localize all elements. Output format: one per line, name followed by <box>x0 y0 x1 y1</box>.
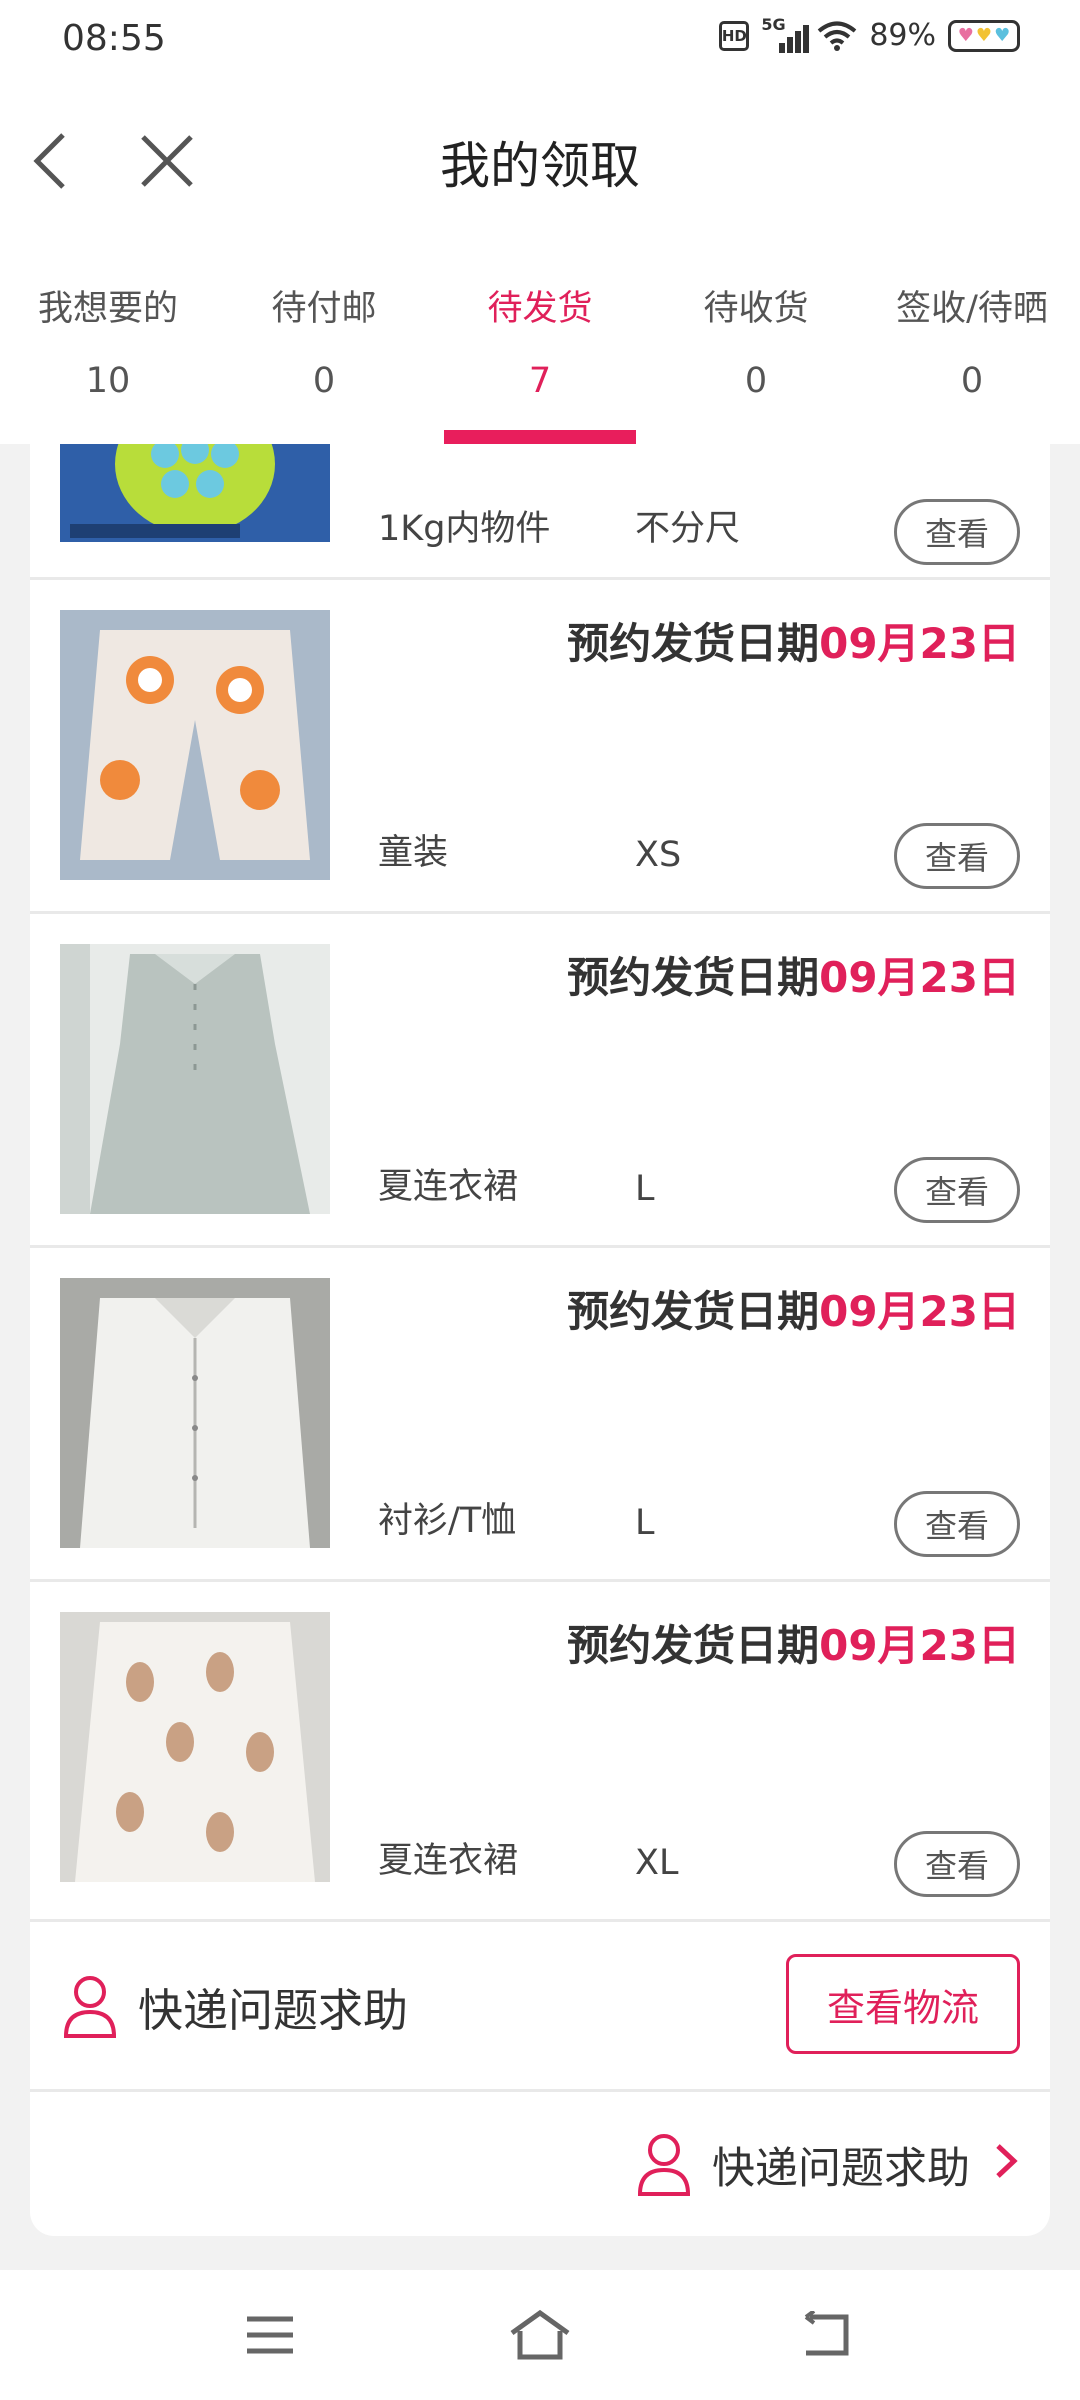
active-tab-indicator <box>444 430 636 444</box>
item-size: 不分尺 <box>635 509 741 549</box>
person-icon <box>637 2134 691 2196</box>
view-button[interactable]: 查看 <box>894 1157 1020 1223</box>
item-size: L <box>635 1169 655 1209</box>
ship-date: 预约发货日期09月23日 <box>567 1612 1020 1673</box>
tab-label: 待付邮 <box>271 289 377 329</box>
view-button[interactable]: 查看 <box>894 1491 1020 1557</box>
item-size: XL <box>635 1843 679 1883</box>
menu-icon[interactable] <box>230 2300 310 2370</box>
status-bar: 08:55 HD 5G 89% ♥ ♥ ♥ <box>0 0 1080 86</box>
help-row: 快递问题求助 查看物流 <box>30 1922 1050 2092</box>
product-image <box>60 444 330 542</box>
signal-icon: 5G <box>761 15 810 53</box>
ship-date-label: 预约发货日期 <box>567 1287 820 1336</box>
ship-date-label: 预约发货日期 <box>567 619 820 668</box>
product-image <box>60 610 330 880</box>
item-category: 夏连衣裙 <box>378 1841 519 1881</box>
ship-date-value: 09月23日 <box>819 953 1020 1002</box>
tab-count: 0 <box>744 361 768 401</box>
item-category: 衬衫/T恤 <box>378 1501 517 1541</box>
home-icon[interactable] <box>500 2300 580 2370</box>
view-button[interactable]: 查看 <box>894 823 1020 889</box>
help-label[interactable]: 快递问题求助 <box>138 1974 408 2039</box>
list-item[interactable]: 预约发货日期09月23日 夏连衣裙 XL 查看 <box>30 1582 1050 1922</box>
ship-date-label: 预约发货日期 <box>567 1621 820 1670</box>
item-size: L <box>635 1503 655 1543</box>
ship-date: 预约发货日期09月23日 <box>567 944 1020 1005</box>
product-image <box>60 944 330 1214</box>
footer-help-label: 快递问题求助 <box>712 2144 970 2194</box>
view-button[interactable]: 查看 <box>894 1831 1020 1897</box>
tab-label: 签收/待晒 <box>896 289 1048 329</box>
footer-help-link[interactable]: 快递问题求助 <box>30 2092 1050 2236</box>
page-title: 我的领取 <box>440 137 640 195</box>
chevron-right-icon <box>996 2144 1018 2178</box>
tab-want[interactable]: 我想要的 10 <box>0 236 216 444</box>
product-image <box>60 1612 330 1882</box>
item-category: 童装 <box>378 833 449 873</box>
tab-signed-review[interactable]: 签收/待晒 0 <box>864 236 1080 444</box>
status-icons: HD 5G 89% ♥ ♥ ♥ <box>719 15 1020 53</box>
system-nav-bar <box>0 2270 1080 2400</box>
tab-count: 0 <box>960 361 984 401</box>
ship-date-value: 09月23日 <box>819 1621 1020 1670</box>
item-size: XS <box>635 835 682 875</box>
product-image <box>60 1278 330 1548</box>
battery-percent: 89% <box>869 18 936 53</box>
header: 我的领取 <box>0 86 1080 236</box>
list-item[interactable]: 预约发货日期09月23日 衬衫/T恤 L 查看 <box>30 1248 1050 1582</box>
tab-label: 待发货 <box>487 289 593 329</box>
item-category: 夏连衣裙 <box>378 1167 519 1207</box>
hd-icon: HD <box>719 20 750 51</box>
item-category: 1Kg内物件 <box>378 509 551 549</box>
tab-count: 0 <box>312 361 336 401</box>
view-logistics-button[interactable]: 查看物流 <box>786 1954 1020 2054</box>
network-label: 5G <box>761 14 786 34</box>
back-nav-icon[interactable] <box>786 2300 866 2370</box>
person-icon <box>63 1976 117 2038</box>
status-tabs: 我想要的 10 待付邮 0 待发货 7 待收货 0 签收/待晒 0 <box>0 236 1080 444</box>
tab-label: 我想要的 <box>37 289 178 329</box>
view-button[interactable]: 查看 <box>894 499 1020 565</box>
tab-pending-postage[interactable]: 待付邮 0 <box>216 236 432 444</box>
tab-count: 10 <box>85 361 131 401</box>
ship-date: 预约发货日期09月23日 <box>567 1278 1020 1339</box>
ship-date: 预约发货日期09月23日 <box>567 610 1020 671</box>
tab-pending-receipt[interactable]: 待收货 0 <box>648 236 864 444</box>
order-list: 1Kg内物件 不分尺 查看 预约发货日期09月23日 童装 XS 查看 预约发货… <box>30 444 1050 2236</box>
status-time: 08:55 <box>62 18 166 59</box>
tab-label: 待收货 <box>703 289 809 329</box>
list-item[interactable]: 预约发货日期09月23日 夏连衣裙 L 查看 <box>30 914 1050 1248</box>
ship-date-value: 09月23日 <box>819 619 1020 668</box>
wifi-icon <box>818 21 857 51</box>
ship-date-label: 预约发货日期 <box>567 953 820 1002</box>
tab-count: 7 <box>528 361 552 401</box>
list-item[interactable]: 预约发货日期09月23日 童装 XS 查看 <box>30 580 1050 914</box>
battery-icon: ♥ ♥ ♥ <box>948 19 1020 52</box>
ship-date-value: 09月23日 <box>819 1287 1020 1336</box>
tab-pending-shipment[interactable]: 待发货 7 <box>432 236 648 444</box>
list-item[interactable]: 1Kg内物件 不分尺 查看 <box>30 444 1050 580</box>
